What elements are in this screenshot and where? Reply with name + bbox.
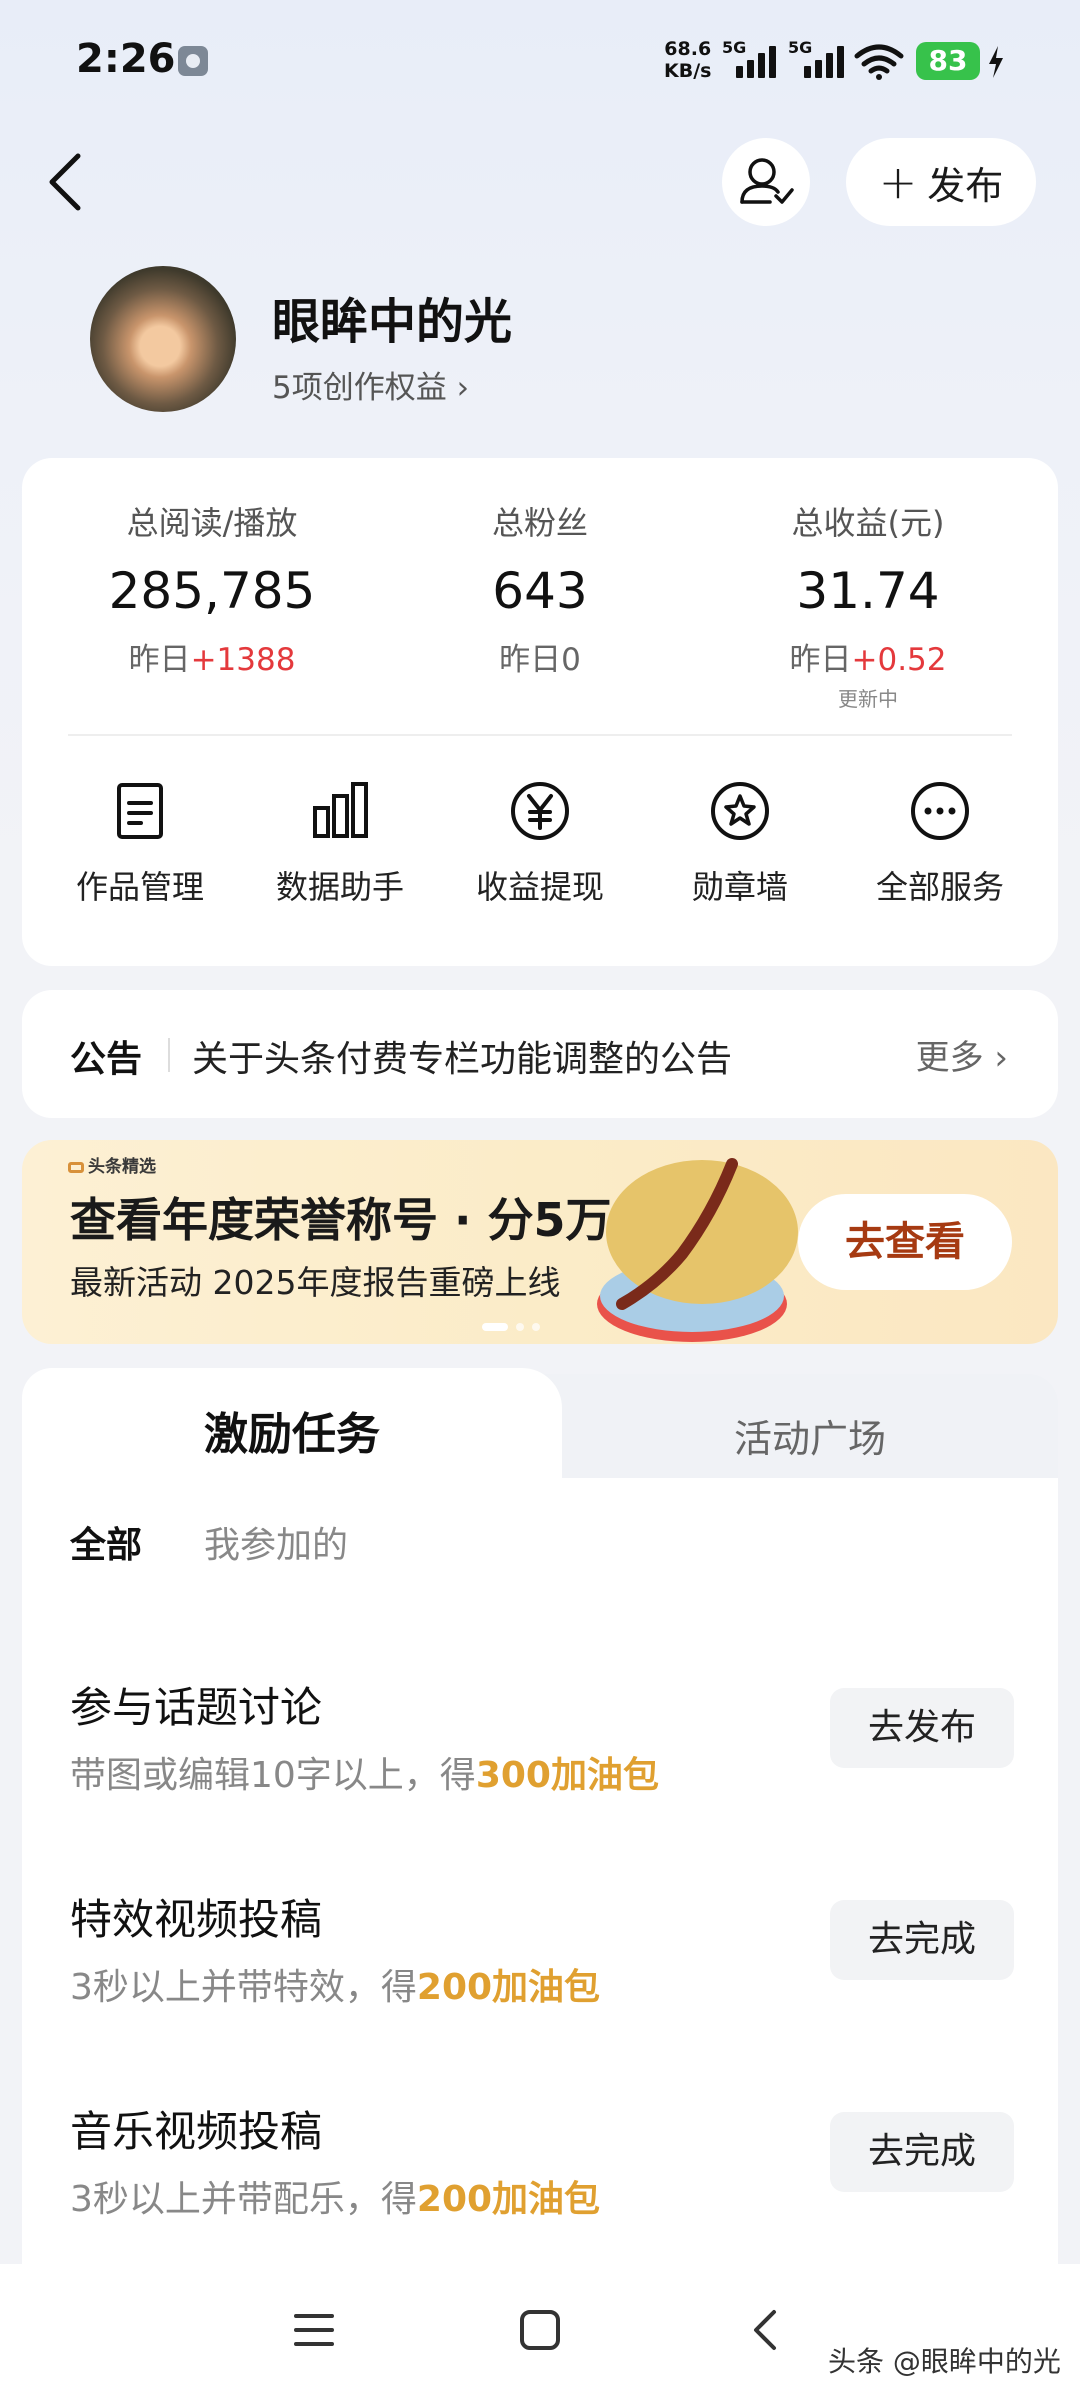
status-bar: 2:26 68.6 KB/s 5G 5G 83 xyxy=(0,0,1080,120)
banner-title: 查看年度荣誉称号 · 分5万 xyxy=(70,1193,612,1247)
medal-icon xyxy=(711,782,769,840)
network-speed: 68.6 KB/s xyxy=(664,38,711,82)
service-label: 作品管理 xyxy=(75,868,204,906)
stat-delta: 昨日+1388 xyxy=(128,642,296,678)
stat-updating-note: 更新中 xyxy=(838,687,898,711)
banner-view-button[interactable]: 去查看 xyxy=(798,1194,1012,1290)
task-action-button[interactable]: 去完成 xyxy=(830,2112,1014,2192)
watermark: 头条 @眼眸中的光 xyxy=(828,2345,1061,2378)
service-label: 数据助手 xyxy=(275,868,404,906)
app-notification-icon xyxy=(178,46,208,76)
task-item: 特效视频投稿 3秒以上并带特效，得200加油包 去完成 xyxy=(22,1886,1058,2056)
task-description: 3秒以上并带特效，得200加油包 xyxy=(70,1967,601,2008)
announcement-tag: 公告 xyxy=(70,1039,143,1080)
banner-brand: 头条精选 xyxy=(68,1152,156,1177)
service-medal-wall[interactable]: 勋章墙 xyxy=(640,778,840,908)
signal-2-icon xyxy=(804,44,848,78)
stat-label: 总阅读/播放 xyxy=(126,504,298,542)
network-speed-value: 68.6 xyxy=(664,38,712,60)
wifi-icon xyxy=(854,44,904,80)
task-reward: 200加油包 xyxy=(416,2179,601,2220)
stat-value: 31.74 xyxy=(796,562,940,620)
more-icon xyxy=(911,782,969,840)
service-earnings-withdraw[interactable]: 收益提现 xyxy=(440,778,640,908)
task-title: 特效视频投稿 xyxy=(70,1895,323,1944)
service-data-assistant[interactable]: 数据助手 xyxy=(240,778,440,908)
service-label: 收益提现 xyxy=(475,868,604,906)
battery-indicator: 83 xyxy=(916,42,980,80)
task-description: 带图或编辑10字以上，得300加油包 xyxy=(70,1755,659,1796)
tab-activity-square-label[interactable]: 活动广场 xyxy=(562,1408,1058,1463)
tab-incentive-tasks-label[interactable]: 激励任务 xyxy=(22,1398,562,1462)
task-reward: 200加油包 xyxy=(416,1967,601,2008)
promo-banner[interactable]: 头条精选 查看年度荣誉称号 · 分5万 最新活动 2025年度报告重磅上线 去查… xyxy=(22,1140,1058,1344)
task-description: 3秒以上并带配乐，得200加油包 xyxy=(70,2179,601,2220)
home-square-icon[interactable] xyxy=(518,2308,562,2352)
user-check-icon xyxy=(740,158,794,204)
clock: 2:26 xyxy=(76,36,176,82)
charging-icon xyxy=(989,46,1003,78)
publish-button[interactable]: + 发布 xyxy=(846,138,1036,226)
divider xyxy=(68,734,1012,736)
service-label: 全部服务 xyxy=(875,868,1004,906)
service-label: 勋章墙 xyxy=(691,868,788,906)
signal-1-icon xyxy=(736,44,780,78)
avatar[interactable] xyxy=(90,266,236,412)
creator-rights-link[interactable]: 5项创作权益 › xyxy=(272,362,469,407)
stat-total-reads[interactable]: 总阅读/播放 285,785 昨日+1388 xyxy=(52,498,372,679)
stat-value: 643 xyxy=(492,562,588,620)
stat-value: 285,785 xyxy=(108,562,316,620)
divider xyxy=(168,1038,170,1072)
publish-label: 发布 xyxy=(927,163,1004,208)
announcement-text[interactable]: 关于头条付费专栏功能调整的公告 xyxy=(192,1030,732,1082)
username: 眼眸中的光 xyxy=(272,294,513,350)
announcement-bar[interactable]: 公告 关于头条付费专栏功能调整的公告 更多 › xyxy=(22,990,1058,1118)
toutiao-logo-icon xyxy=(68,1161,84,1173)
task-action-button[interactable]: 去完成 xyxy=(830,1900,1014,1980)
stat-delta: 昨日+0.52 xyxy=(789,642,947,678)
user-switch-button[interactable] xyxy=(722,138,810,226)
back-icon[interactable] xyxy=(40,150,100,214)
plus-icon: + xyxy=(878,155,918,209)
service-works-management[interactable]: 作品管理 xyxy=(40,778,240,908)
stat-total-fans[interactable]: 总粉丝 643 昨日0 xyxy=(380,498,700,679)
task-item: 音乐视频投稿 3秒以上并带配乐，得200加油包 去完成 xyxy=(22,2098,1058,2268)
task-item: 参与话题讨论 带图或编辑10字以上，得300加油包 去发布 xyxy=(22,1674,1058,1844)
document-icon xyxy=(117,783,163,839)
banner-subtitle: 最新活动 2025年度报告重磅上线 xyxy=(70,1263,561,1302)
carousel-indicator xyxy=(482,1316,548,1335)
yen-icon xyxy=(511,782,569,840)
service-all-services[interactable]: 全部服务 xyxy=(840,778,1040,908)
task-title: 参与话题讨论 xyxy=(70,1683,323,1732)
stat-total-earnings[interactable]: 总收益(元) 31.74 昨日+0.52 更新中 xyxy=(708,498,1028,712)
stat-label: 总粉丝 xyxy=(491,504,588,542)
tasks-panel: 激励任务 活动广场 全部 我参加的 参与话题讨论 带图或编辑10字以上，得300… xyxy=(22,1368,1058,2268)
stat-delta: 昨日0 xyxy=(499,642,581,678)
filter-all[interactable]: 全部 xyxy=(70,1516,142,1568)
announcement-more-link[interactable]: 更多 › xyxy=(916,1030,1008,1079)
bar-chart-icon xyxy=(313,782,368,838)
menu-icon[interactable] xyxy=(292,2308,336,2352)
network-speed-unit: KB/s xyxy=(664,60,712,82)
task-action-button[interactable]: 去发布 xyxy=(830,1688,1014,1768)
task-reward: 300加油包 xyxy=(475,1755,659,1796)
filter-joined[interactable]: 我参加的 xyxy=(204,1516,348,1568)
nav-back-icon[interactable] xyxy=(748,2308,784,2352)
stats-card: 总阅读/播放 285,785 昨日+1388 总粉丝 643 昨日0 总收益(元… xyxy=(22,458,1058,966)
trophy-illustration-icon xyxy=(597,1158,798,1342)
stat-label: 总收益(元) xyxy=(791,504,945,542)
task-title: 音乐视频投稿 xyxy=(70,2107,323,2156)
